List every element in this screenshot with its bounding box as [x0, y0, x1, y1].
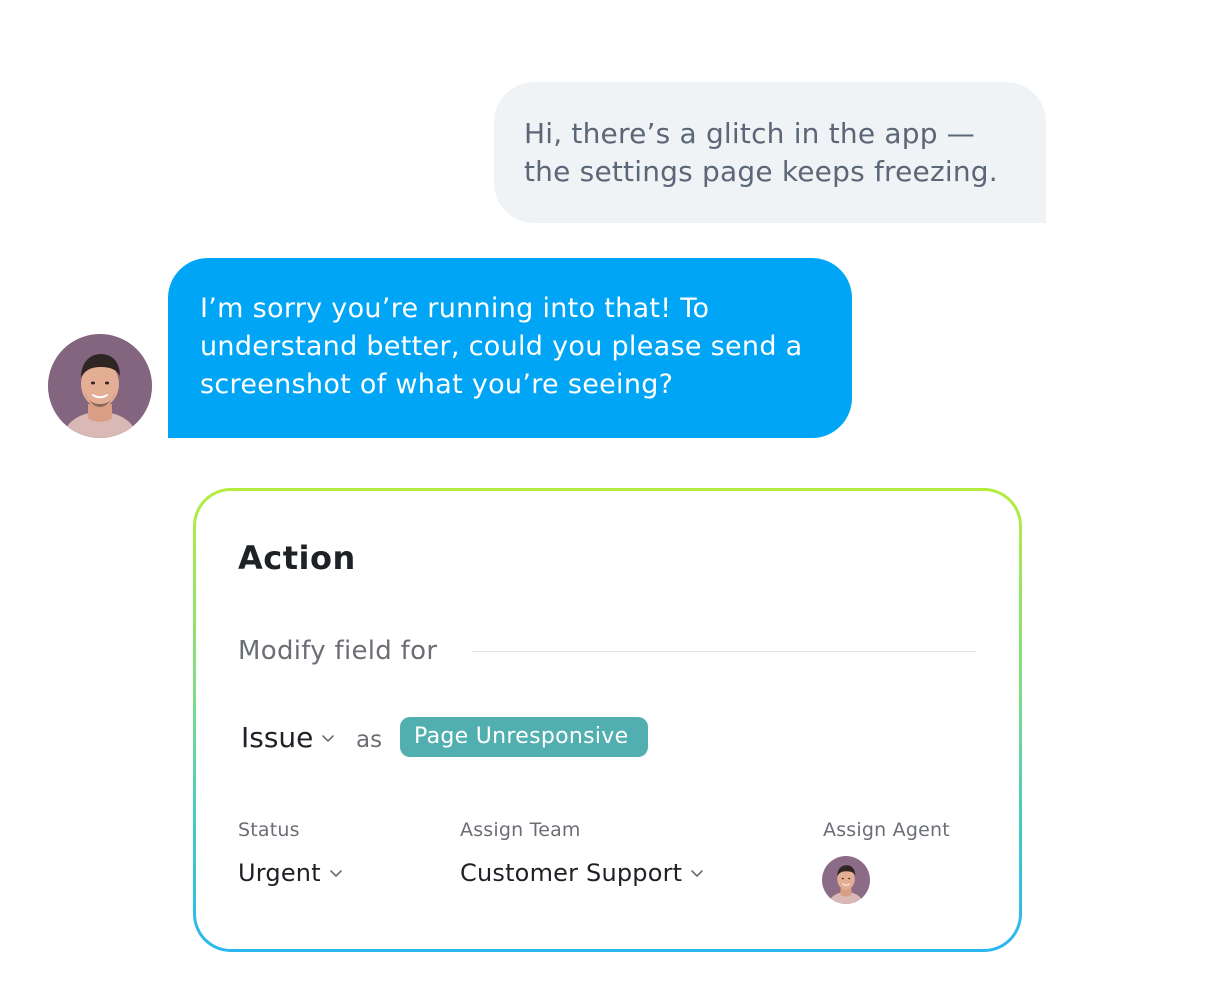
assign-agent-avatar[interactable]: [822, 856, 870, 904]
action-card-body: Action Modify field for Issue as Page Un…: [196, 491, 1019, 949]
chevron-down-icon: [688, 864, 706, 882]
user-message-text: Hi, there’s a glitch in the app — the se…: [524, 117, 998, 188]
chat-stage: Hi, there’s a glitch in the app — the se…: [0, 0, 1216, 1008]
chevron-down-icon: [327, 864, 345, 882]
agent-message-bubble: I’m sorry you’re running into that! To u…: [168, 258, 852, 438]
status-value: Urgent: [238, 859, 321, 887]
action-card: Action Modify field for Issue as Page Un…: [193, 488, 1022, 952]
field-select-label: Issue: [241, 721, 314, 754]
modify-field-label: Modify field for: [238, 636, 438, 666]
status-select[interactable]: Urgent: [238, 859, 345, 887]
field-value-pill[interactable]: Page Unresponsive: [400, 717, 649, 757]
status-label: Status: [238, 819, 300, 841]
assign-team-label: Assign Team: [460, 819, 581, 841]
assign-agent-label: Assign Agent: [823, 819, 950, 841]
assign-team-value: Customer Support: [460, 859, 683, 887]
agent-avatar: [48, 334, 152, 438]
field-select[interactable]: Issue: [241, 721, 337, 754]
person-icon: [48, 334, 152, 438]
agent-avatar-icon: [822, 856, 870, 904]
assign-team-select[interactable]: Customer Support: [460, 859, 706, 887]
chevron-down-icon: [319, 729, 337, 747]
action-title: Action: [238, 539, 356, 577]
user-message-bubble: Hi, there’s a glitch in the app — the se…: [494, 82, 1046, 223]
divider: [472, 651, 976, 652]
agent-message-text: I’m sorry you’re running into that! To u…: [200, 293, 803, 400]
as-label: as: [356, 727, 383, 753]
